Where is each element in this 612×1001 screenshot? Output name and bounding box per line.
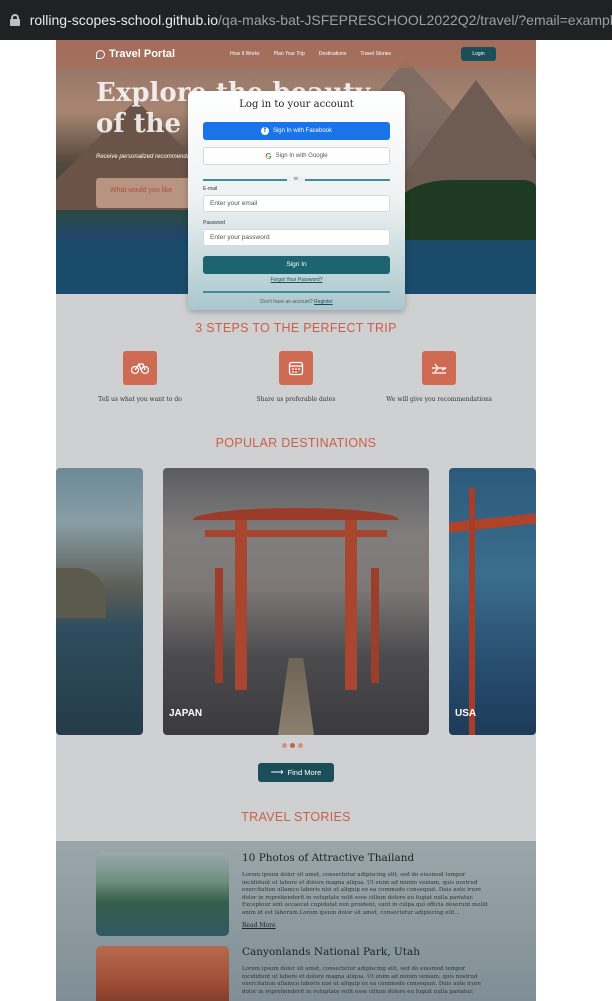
google-signin-button[interactable]: G Sign In with Google (203, 147, 390, 165)
steps-title: 3 STEPS TO THE PERFECT TRIP (195, 321, 397, 335)
logo[interactable]: Travel Portal (96, 48, 175, 60)
divider (203, 291, 390, 293)
destination-label-japan: JAPAN (169, 708, 203, 719)
nav-link-destinations[interactable]: Destinations (319, 51, 347, 57)
email-field[interactable]: Enter your email (203, 195, 390, 212)
story-text: Lorem ipsum dolor sit amet, consectetur … (242, 966, 481, 995)
bicycle-icon (123, 351, 157, 385)
or-label: or (287, 176, 305, 182)
nav-link-travel-stories[interactable]: Travel Stories (360, 51, 391, 57)
google-signin-label: Sign In with Google (275, 153, 328, 159)
step-2: Share us preferable dates (231, 351, 361, 403)
destination-card-prev[interactable] (56, 468, 143, 735)
arrow-right-icon: ⟶ (270, 767, 284, 777)
destination-label-usa: USA (455, 708, 477, 719)
plane-icon (422, 351, 456, 385)
stories-title: TRAVEL STORIES (241, 810, 351, 824)
story-image-thailand[interactable] (96, 852, 229, 936)
navbar: Travel Portal How It Works Plan Your Tri… (56, 40, 536, 68)
carousel-dot[interactable] (298, 743, 303, 748)
signin-button[interactable]: Sign In (203, 256, 390, 274)
step-2-text: Share us preferable dates (256, 396, 336, 403)
find-more-button[interactable]: ⟶ Find More (258, 763, 334, 782)
forgot-password-link[interactable]: Forgot Your Password? (188, 277, 405, 283)
story-title: Canyonlands National Park, Utah (242, 946, 420, 958)
google-icon: G (265, 151, 272, 161)
calendar-icon (279, 351, 313, 385)
carousel-dot-active[interactable] (290, 743, 295, 748)
facebook-signin-label: Sign In with Facebook (272, 128, 333, 134)
hero-subtitle: Receive personalized recommendations (96, 154, 203, 160)
step-3: We will give you recommendations (374, 351, 504, 403)
no-account-label: Don't have an account? (260, 299, 313, 305)
step-1: Tell us what you want to do (75, 351, 205, 403)
logo-text: Travel Portal (109, 48, 176, 60)
read-more-link[interactable]: Read More (242, 922, 276, 929)
facebook-signin-button[interactable]: f Sign In with Facebook (203, 122, 390, 140)
story-title: 10 Photos of Attractive Thailand (242, 852, 415, 864)
logo-icon (96, 49, 105, 59)
destination-card-japan[interactable]: JAPAN (163, 468, 429, 735)
destination-card-usa[interactable]: USA (449, 468, 536, 735)
travel-page: Travel Portal How It Works Plan Your Tri… (56, 40, 536, 1001)
modal-title: Log in to your account (239, 99, 354, 110)
no-account-text: Don't have an account? Register (188, 299, 405, 305)
login-button[interactable]: Login (461, 47, 496, 61)
destinations-title: POPULAR DESTINATIONS (215, 436, 377, 450)
password-label: Password (203, 220, 225, 226)
lock-icon (10, 14, 20, 26)
carousel-dot[interactable] (282, 743, 287, 748)
nav-links: How It Works Plan Your Trip Destinations… (230, 51, 405, 57)
step-3-text: We will give you recommendations (386, 396, 492, 403)
story-text: Lorem ipsum dolor sit amet, consectetur … (242, 872, 489, 916)
find-more-label: Find More (287, 768, 322, 777)
nav-link-plan-your-trip[interactable]: Plan Your Trip (274, 51, 305, 57)
url-text[interactable]: rolling-scopes-school.github.io/qa-maks-… (30, 12, 612, 28)
step-1-text: Tell us what you want to do (98, 396, 182, 403)
email-label: E-mail (203, 186, 218, 192)
browser-address-bar[interactable]: rolling-scopes-school.github.io/qa-maks-… (0, 0, 612, 40)
password-field[interactable]: Enter your password (203, 229, 390, 246)
story-image-canyonlands[interactable] (96, 946, 229, 1001)
nav-link-how-it-works[interactable]: How It Works (230, 51, 260, 57)
login-modal: Log in to your account f Sign In with Fa… (188, 91, 405, 310)
facebook-icon: f (260, 127, 269, 135)
browser-viewport: Travel Portal How It Works Plan Your Tri… (0, 40, 612, 1001)
carousel-dots (282, 743, 306, 748)
register-link[interactable]: Register (314, 299, 333, 305)
